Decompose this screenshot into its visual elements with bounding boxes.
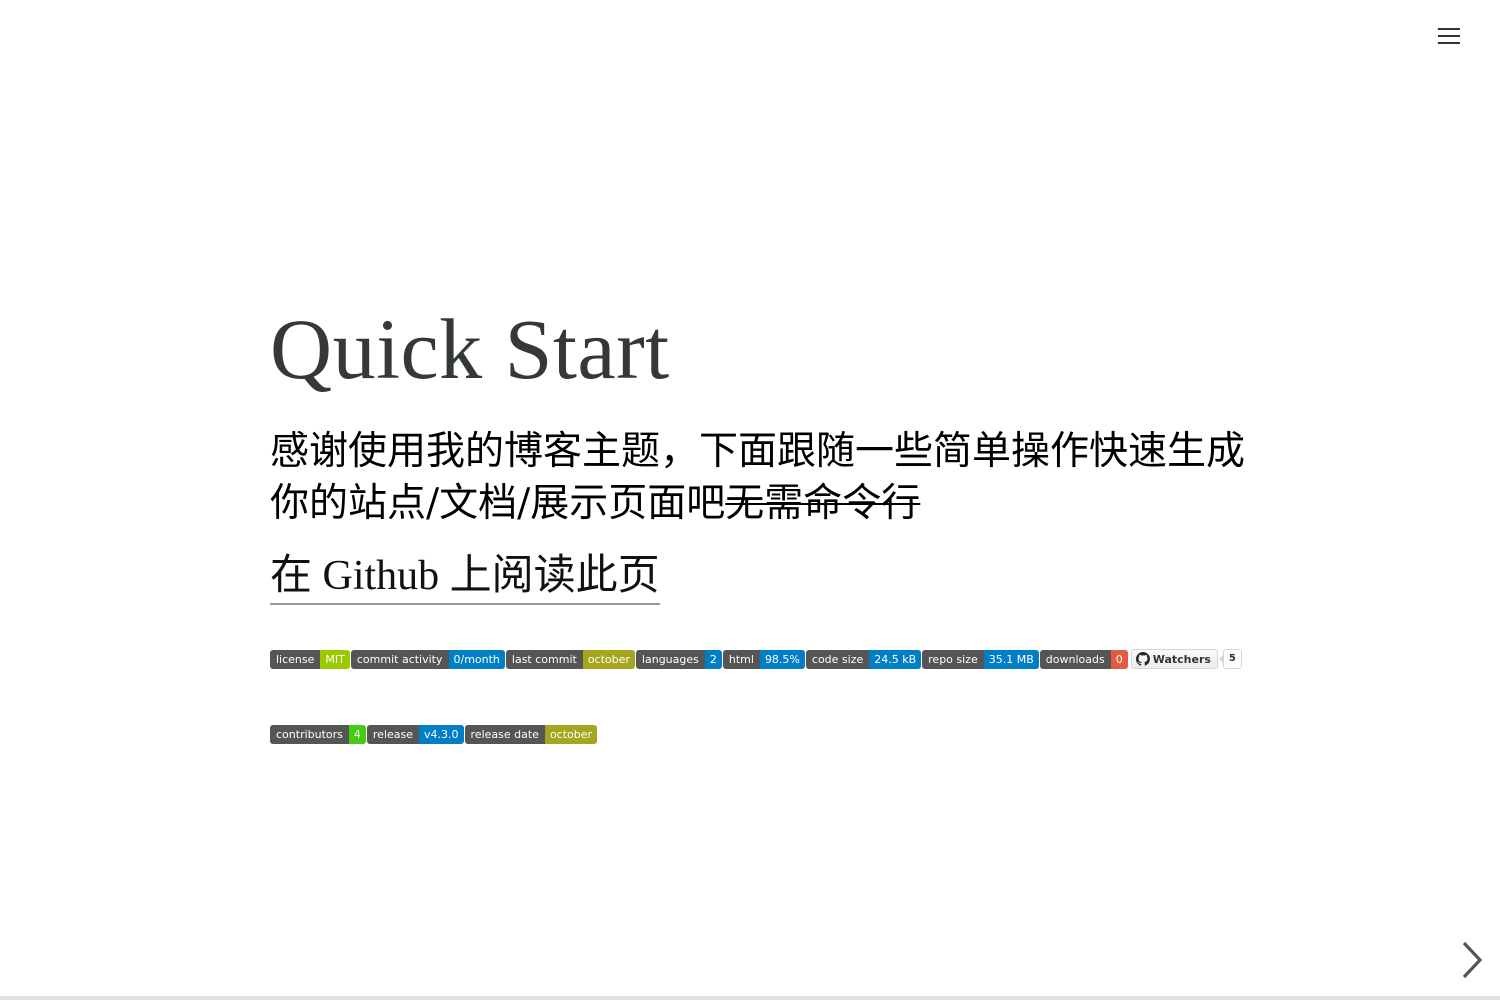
badge-label: contributors xyxy=(270,724,349,744)
badge-release-date[interactable]: release date october xyxy=(464,724,598,744)
badge-license[interactable]: license MIT xyxy=(270,649,350,669)
watch-button[interactable]: Watchers xyxy=(1130,649,1218,669)
badge-downloads[interactable]: downloads 0 xyxy=(1039,649,1128,669)
badge-value: 0 xyxy=(1110,649,1128,669)
github-watchers-button[interactable]: Watchers 5 xyxy=(1130,649,1242,669)
read-on-github-link[interactable]: 在 Github 上阅读此页 xyxy=(270,552,660,605)
badge-label: release date xyxy=(464,724,545,744)
badge-contributors[interactable]: contributors 4 xyxy=(270,724,366,744)
badge-commit-activity[interactable]: commit activity 0/month xyxy=(350,649,505,669)
page-subtitle: 感谢使用我的博客主题，下面跟随一些简单操作快速生成你的站点/文档/展示页面吧无需… xyxy=(270,426,1250,530)
badge-label: license xyxy=(270,649,321,669)
badge-release[interactable]: release v4.3.0 xyxy=(366,724,464,744)
badge-value: 4 xyxy=(348,724,366,744)
watchers-count[interactable]: 5 xyxy=(1218,649,1242,669)
badge-row-2: contributors 4 release v4.3.0 release date oc… xyxy=(270,724,1250,744)
page-title: Quick Start xyxy=(270,301,670,397)
badge-value: 24.5 kB xyxy=(869,649,922,669)
badge-label: last commit xyxy=(505,649,583,669)
badge-value: october xyxy=(582,649,635,669)
badge-last-commit[interactable]: last commit october xyxy=(505,649,635,669)
badge-label: code size xyxy=(805,649,870,669)
github-icon xyxy=(1135,652,1150,666)
badge-html[interactable]: html 98.5% xyxy=(722,649,805,669)
badge-languages[interactable]: languages 2 xyxy=(635,649,722,669)
hamburger-menu-icon[interactable] xyxy=(1436,24,1462,48)
badge-label: downloads xyxy=(1039,649,1111,669)
subtitle-struck-text: 无需命令行 xyxy=(725,481,921,526)
badge-value: 35.1 MB xyxy=(983,649,1039,669)
badge-label: languages xyxy=(635,649,705,669)
badge-value: 2 xyxy=(704,649,722,669)
watchers-label: Watchers xyxy=(1152,652,1211,666)
badge-label: commit activity xyxy=(350,649,449,669)
badge-label: repo size xyxy=(922,649,984,669)
badge-value: october xyxy=(544,724,598,744)
badge-value: v4.3.0 xyxy=(419,724,464,744)
badge-repo-size[interactable]: repo size 35.1 MB xyxy=(922,649,1039,669)
slide-content: Quick Start 感谢使用我的博客主题，下面跟随一些简单操作快速生成你的站… xyxy=(270,300,1250,744)
badge-value: 0/month xyxy=(448,649,505,669)
badge-label: html xyxy=(722,649,760,669)
progress-bar xyxy=(0,996,1500,1000)
badge-value: 98.5% xyxy=(759,649,805,669)
slide-page: Quick Start 感谢使用我的博客主题，下面跟随一些简单操作快速生成你的站… xyxy=(0,0,1500,1000)
badge-row-1: license MIT commit activity 0/month last com… xyxy=(270,649,1250,669)
chevron-right-icon[interactable] xyxy=(1458,940,1486,980)
badge-value: MIT xyxy=(320,649,350,669)
badge-label: release xyxy=(366,724,420,744)
badge-code-size[interactable]: code size 24.5 kB xyxy=(805,649,922,669)
